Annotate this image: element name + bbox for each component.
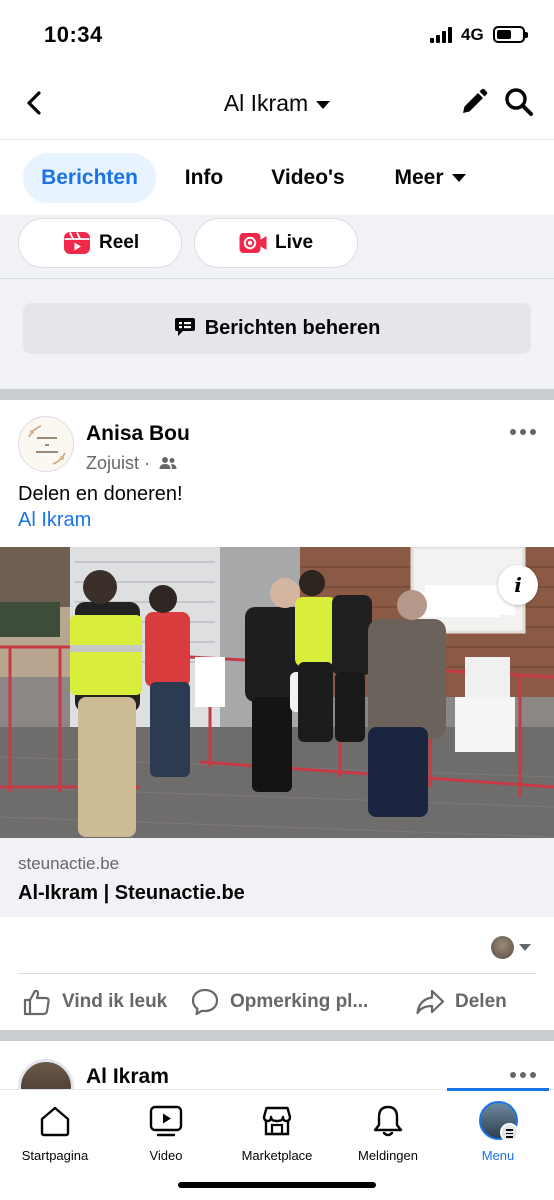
section-separator (0, 389, 554, 400)
battery-icon (493, 26, 528, 43)
next-feed-post: Al Ikram (0, 1041, 554, 1091)
tab-label: Berichten (41, 166, 138, 189)
share-icon (416, 989, 445, 1015)
marketplace-icon (262, 1106, 292, 1136)
create-section: Reel Live Berichten beheren (0, 215, 554, 389)
live-label: Live (275, 232, 314, 253)
chevron-down-icon (316, 100, 331, 109)
live-video-icon (239, 233, 267, 253)
divider (0, 278, 554, 279)
signal-icon (430, 27, 454, 43)
link-domain: steunactie.be (18, 854, 120, 873)
nav-label: Marketplace (241, 1148, 313, 1163)
divider (18, 973, 536, 974)
page-title: Al Ikram (223, 90, 309, 116)
nav-label: Menu (481, 1148, 515, 1163)
nav-marketplace[interactable]: Marketplace (222, 1090, 332, 1170)
feed-post: Anisa Bou Zojuist · Delen en doneren! Al… (0, 400, 554, 1030)
network-type: 4G (461, 25, 484, 44)
avatar-image (20, 418, 73, 471)
comment-button[interactable]: Opmerking pl... (190, 986, 368, 1018)
manage-posts-label: Berichten beheren (204, 317, 381, 339)
thumbs-up-icon (23, 989, 50, 1016)
live-button[interactable]: Live (194, 218, 358, 268)
more-options-icon[interactable] (509, 428, 537, 436)
post-time: Zojuist (86, 453, 140, 473)
nav-label: Video (149, 1148, 183, 1163)
nav-label: Meldingen (358, 1148, 418, 1163)
link-title: Al-Ikram | Steunactie.be (18, 882, 245, 904)
nav-meldingen[interactable]: Meldingen (333, 1090, 443, 1170)
message-icon (174, 318, 195, 336)
next-post-author[interactable]: Al Ikram (86, 1065, 169, 1089)
tab-label: Info (184, 166, 224, 189)
tab-label: Meer (394, 166, 444, 189)
post-author[interactable]: Anisa Bou (86, 422, 190, 446)
menu-hamburger-icon (500, 1123, 519, 1142)
tab-videos[interactable]: Video's (256, 153, 360, 203)
post-meta: Zojuist · (86, 453, 177, 474)
post-text: Delen en doneren! (18, 483, 183, 505)
status-time: 10:34 (44, 22, 103, 47)
link-preview-card[interactable]: steunactie.be Al-Ikram | Steunactie.be (0, 838, 554, 917)
bell-icon (373, 1105, 403, 1137)
chevron-down-icon[interactable] (519, 944, 531, 951)
info-icon[interactable]: i (498, 565, 538, 605)
author-avatar[interactable] (18, 416, 74, 472)
page-tabs: Berichten Info Video's Meer (0, 141, 554, 215)
reel-icon (64, 232, 90, 254)
status-bar: 10:34 4G (0, 0, 554, 70)
like-button[interactable]: Vind ik leuk (22, 986, 167, 1018)
search-icon[interactable] (503, 86, 535, 118)
post-photo[interactable] (0, 547, 554, 838)
nav-label: Startpagina (21, 1148, 89, 1163)
tab-label: Video's (271, 166, 345, 189)
reaction-row (0, 917, 554, 973)
tab-meer[interactable]: Meer (382, 153, 478, 203)
react-as-avatar[interactable] (491, 936, 514, 959)
section-separator (0, 1030, 554, 1041)
tab-info[interactable]: Info (170, 153, 238, 203)
next-author-avatar[interactable] (18, 1059, 74, 1091)
home-indicator (178, 1182, 376, 1188)
friends-icon (159, 457, 177, 469)
nav-video[interactable]: Video (111, 1090, 221, 1170)
manage-posts-button[interactable]: Berichten beheren (23, 303, 531, 354)
tab-berichten[interactable]: Berichten (23, 153, 156, 203)
reel-label: Reel (99, 232, 140, 253)
share-button[interactable]: Delen (415, 986, 507, 1018)
comment-icon (191, 988, 219, 1016)
more-options-icon[interactable] (509, 1071, 537, 1079)
video-icon (149, 1105, 183, 1137)
nav-startpagina[interactable]: Startpagina (0, 1090, 110, 1170)
chevron-down-icon (451, 174, 466, 183)
photo-image (0, 547, 554, 838)
post-page-link[interactable]: Al Ikram (18, 509, 91, 532)
page-header: Al Ikram (0, 70, 554, 140)
edit-icon[interactable] (458, 86, 490, 118)
reel-button[interactable]: Reel (18, 218, 182, 268)
home-icon (40, 1106, 70, 1137)
